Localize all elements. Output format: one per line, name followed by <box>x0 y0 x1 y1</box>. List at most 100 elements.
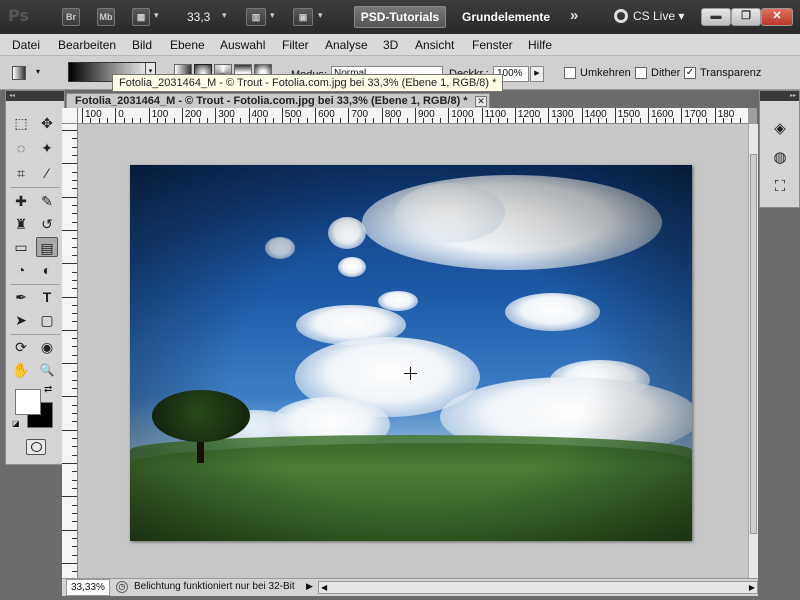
blur-tool-icon[interactable]: ◔ <box>10 260 32 280</box>
bridge-button[interactable]: Br <box>62 8 80 26</box>
ruler-minor-tick <box>539 118 541 123</box>
crop-tool-icon[interactable]: ⌗ <box>10 163 32 183</box>
clone-stamp-icon[interactable]: ♜ <box>10 214 32 234</box>
zoom-dropdown-icon[interactable]: ▾ <box>222 10 227 21</box>
quick-mask-button[interactable] <box>26 439 46 455</box>
ruler-minor-tick <box>673 118 675 123</box>
ruler-minor-tick <box>706 118 708 123</box>
transparency-checkbox[interactable]: ✓ <box>684 67 696 79</box>
cs-live-icon <box>614 9 628 23</box>
ruler-minor-tick <box>664 118 666 123</box>
ruler-minor-tick <box>631 118 633 123</box>
menu-3d[interactable]: 3D <box>383 38 398 52</box>
arrange-dropdown-icon[interactable]: ▾ <box>270 10 275 21</box>
transparency-label: Transparenz <box>700 67 762 79</box>
menu-filter[interactable]: Filter <box>282 38 309 52</box>
ruler-major-tick <box>415 108 416 123</box>
menu-ansicht[interactable]: Ansicht <box>415 38 454 52</box>
ruler-minor-tick <box>456 118 458 123</box>
lasso-tool-icon[interactable]: ◌ <box>10 138 32 158</box>
3d-camera-icon[interactable]: ◉ <box>36 337 58 357</box>
ruler-minor-tick <box>72 454 77 456</box>
minimize-button[interactable]: ▬ <box>701 8 731 26</box>
screen-mode-icon[interactable]: ▣ <box>293 8 313 26</box>
status-zoom-field[interactable]: 33,33% <box>66 579 110 596</box>
more-workspaces-icon[interactable]: » <box>570 7 578 24</box>
opacity-slider-arrow-icon[interactable]: ▶ <box>530 66 544 82</box>
magic-wand-icon[interactable]: ✦ <box>36 138 58 158</box>
ruler-minor-tick <box>340 118 342 123</box>
healing-brush-icon[interactable]: ✚ <box>10 191 32 211</box>
options-bar: ▾ ▾ Modus: Normal Deckkr.: 100% ▶ Umkehr… <box>0 56 800 92</box>
restore-button[interactable]: ❐ <box>731 8 761 26</box>
foreground-color-swatch[interactable] <box>15 389 41 415</box>
horizontal-ruler[interactable]: 100 0 100 200 300 400 500 600 700 800 900 1000 1100 1… <box>78 108 748 124</box>
status-info-icon[interactable]: ◷ <box>116 581 128 593</box>
menu-bild[interactable]: Bild <box>132 38 152 52</box>
menu-datei[interactable]: Datei <box>12 38 40 52</box>
arrange-documents-icon[interactable]: ▥ <box>246 8 266 26</box>
menu-hilfe[interactable]: Hilfe <box>528 38 552 52</box>
dither-checkbox[interactable] <box>635 67 647 79</box>
menu-auswahl[interactable]: Auswahl <box>220 38 265 52</box>
vertical-scrollbar[interactable] <box>748 124 758 578</box>
ruler-major-tick <box>248 108 250 123</box>
panel-strip-header[interactable]: ▸▸ <box>760 91 799 101</box>
pen-tool-icon[interactable]: ✒ <box>10 287 32 307</box>
status-menu-arrow-icon[interactable]: ▶ <box>306 581 313 592</box>
canvas-image[interactable] <box>130 165 692 541</box>
eraser-tool-icon[interactable]: ▭ <box>10 237 32 257</box>
paths-panel-icon[interactable]: ⛶ <box>770 177 790 197</box>
zoom-level[interactable]: 33,3 <box>187 10 210 24</box>
collapsed-panel-strip: ▸▸ ◈ ◍ ⛶ <box>759 90 800 208</box>
mini-bridge-button[interactable]: Mb <box>97 8 115 26</box>
view-extras-icon[interactable]: ▦ <box>132 8 150 26</box>
ruler-minor-tick <box>406 118 408 123</box>
layers-panel-icon[interactable]: ◈ <box>770 119 790 139</box>
brush-tool-icon[interactable]: ✎ <box>36 191 58 211</box>
workspace-psd-tutorials-button[interactable]: PSD-Tutorials <box>354 6 446 28</box>
hand-tool-icon[interactable]: ✋ <box>10 360 32 380</box>
menu-analyse[interactable]: Analyse <box>325 38 368 52</box>
tool-preset-picker[interactable]: ▾ <box>12 64 46 82</box>
path-selection-icon[interactable]: ➤ <box>10 310 32 330</box>
zoom-tool-icon[interactable]: 🔍 <box>36 360 58 380</box>
gradient-tool-icon[interactable]: ▤ <box>36 237 58 257</box>
vertical-ruler[interactable] <box>62 124 78 578</box>
document-tab[interactable]: Fotolia_2031464_M - © Trout - Fotolia.co… <box>66 93 490 109</box>
ruler-major-tick <box>281 108 283 123</box>
view-extras-dropdown-icon[interactable]: ▾ <box>154 10 159 21</box>
ruler-minor-tick <box>173 118 175 123</box>
default-colors-icon[interactable]: ◪ <box>12 419 20 428</box>
workspace-grundelemente-button[interactable]: Grundelemente <box>462 10 550 24</box>
horizontal-scrollbar[interactable]: ◀ ▶ <box>318 581 758 594</box>
swap-colors-icon[interactable]: ⇄ <box>44 384 52 395</box>
history-brush-icon[interactable]: ↺ <box>36 214 58 234</box>
ruler-minor-tick <box>439 118 441 123</box>
channels-panel-icon[interactable]: ◍ <box>770 148 790 168</box>
ruler-major-tick <box>581 108 583 123</box>
menu-fenster[interactable]: Fenster <box>472 38 513 52</box>
shape-tool-icon[interactable]: ▢ <box>36 310 58 330</box>
screen-mode-dropdown-icon[interactable]: ▾ <box>318 10 323 21</box>
ruler-minor-tick <box>223 118 225 123</box>
3d-rotate-icon[interactable]: ⟳ <box>10 337 32 357</box>
type-tool-icon[interactable]: T <box>36 287 58 307</box>
reverse-checkbox[interactable] <box>564 67 576 79</box>
vertical-scroll-thumb[interactable] <box>750 154 757 534</box>
ruler-minor-tick <box>198 118 200 123</box>
scroll-left-icon[interactable]: ◀ <box>321 582 327 593</box>
menu-ebene[interactable]: Ebene <box>170 38 205 52</box>
cs-live-button[interactable]: CS Live ▾ <box>614 9 684 23</box>
rectangular-marquee-icon[interactable]: ⬚ <box>10 113 32 133</box>
menu-bearbeiten[interactable]: Bearbeiten <box>58 38 116 52</box>
ruler-origin[interactable] <box>62 108 78 124</box>
close-button[interactable]: ✕ <box>761 8 793 26</box>
document-close-icon[interactable]: ✕ <box>475 96 487 107</box>
tools-panel-header[interactable]: ◂◂ <box>6 91 64 101</box>
scroll-right-icon[interactable]: ▶ <box>749 582 755 593</box>
eyedropper-icon[interactable]: ⁄ <box>36 163 58 183</box>
move-tool-icon[interactable]: ✥ <box>36 113 58 133</box>
dodge-tool-icon[interactable]: ◐ <box>36 260 58 280</box>
ruler-major-tick <box>548 108 550 123</box>
